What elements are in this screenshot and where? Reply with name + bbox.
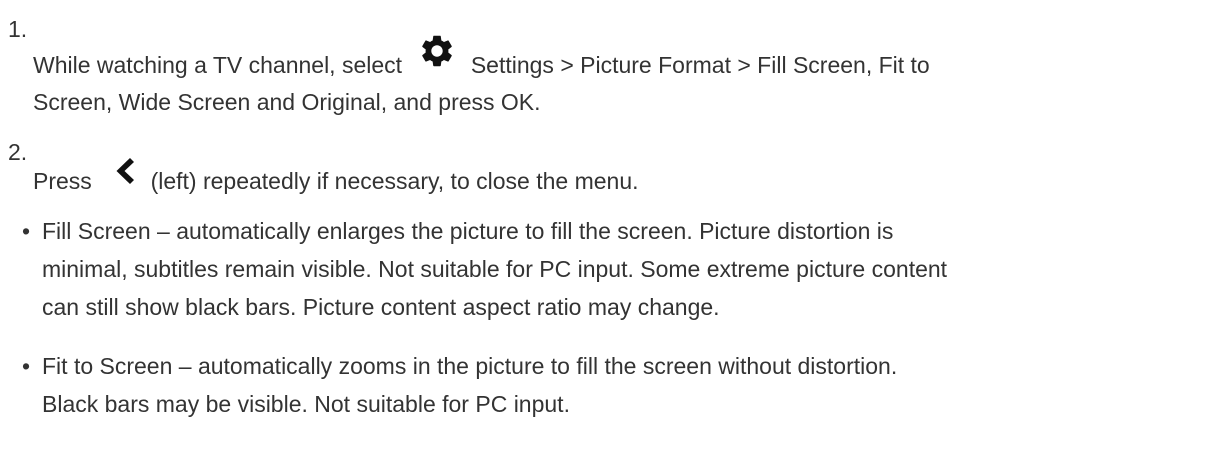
bullet-2-text-1: Fit to Screen – automatically zooms in t…: [42, 353, 898, 379]
step-1-text-after: Settings > Picture Format > Fill Screen,…: [470, 52, 930, 79]
bullet-fit-to-screen: • Fit to Screen – automatically zooms in …: [22, 347, 1202, 423]
bullet-2-line-2: Black bars may be visible. Not suitable …: [22, 385, 1202, 423]
step-1-line-2: Screen, Wide Screen and Original, and pr…: [33, 89, 541, 115]
instructions-page: 1. While watching a TV channel, select S…: [0, 0, 1213, 450]
step-2-text-after: (left) repeatedly if necessary, to close…: [150, 168, 639, 195]
bullet-1-line-2: minimal, subtitles remain visible. Not s…: [22, 250, 1202, 288]
bullet-marker: •: [22, 218, 31, 244]
bullet-marker: •: [22, 353, 31, 379]
chevron-left-icon: [112, 156, 136, 190]
bullet-1-line-3: can still show black bars. Picture conte…: [22, 288, 1202, 326]
bullet-2-text-2: Black bars may be visible. Not suitable …: [42, 391, 570, 417]
bullet-1-line-1: • Fill Screen – automatically enlarges th…: [22, 212, 1202, 250]
step-2-number: 2.: [8, 139, 28, 165]
step-1-text-before: While watching a TV channel, select: [33, 52, 403, 79]
gear-icon: [418, 32, 456, 74]
step-2-line: Press (left) repeatedly if necessary, to…: [33, 158, 639, 200]
bullet-1-text-3: can still show black bars. Picture conte…: [42, 294, 720, 320]
bullet-1-text-1: Fill Screen – automatically enlarges the…: [42, 218, 894, 244]
step-2-text-before: Press: [33, 168, 92, 195]
bullet-1-text-2: minimal, subtitles remain visible. Not s…: [42, 256, 948, 282]
step-1-line-1: While watching a TV channel, select Sett…: [33, 35, 930, 88]
bullet-2-line-1: • Fit to Screen – automatically zooms in …: [22, 347, 1202, 385]
step-1-number: 1.: [8, 16, 28, 42]
bullet-fill-screen: • Fill Screen – automatically enlarges th…: [22, 212, 1202, 326]
